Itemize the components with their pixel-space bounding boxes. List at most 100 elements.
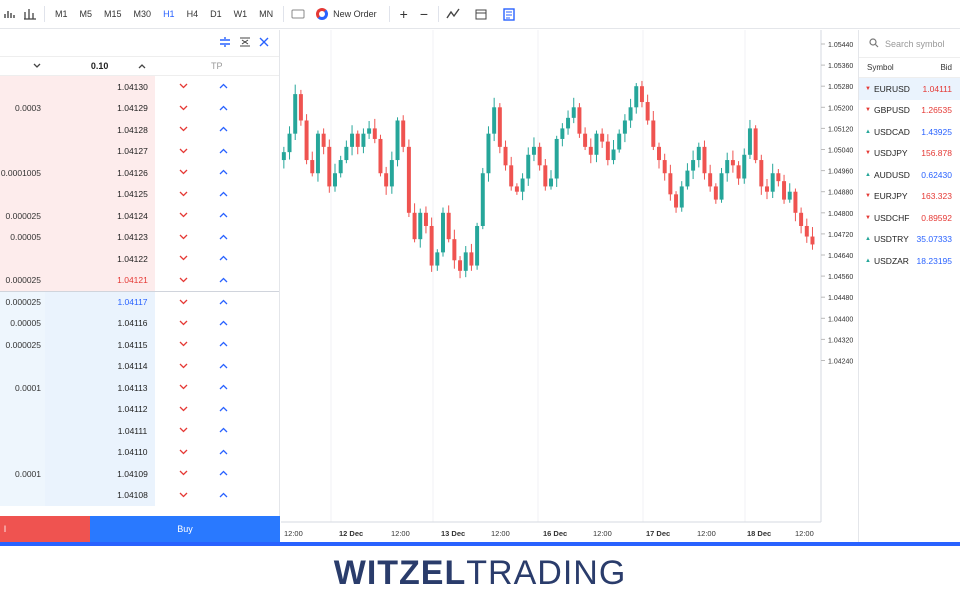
search-input[interactable]: Search symbol — [859, 30, 960, 58]
watchlist-row[interactable]: ▲ USDCAD 1.43925 — [859, 121, 960, 143]
sell-button[interactable]: l — [0, 516, 90, 542]
sell-limit-button[interactable] — [163, 146, 203, 157]
dom-row[interactable]: 0.0001005 1.04126 — [0, 162, 279, 184]
buy-limit-button[interactable] — [203, 318, 243, 329]
watchlist-row[interactable]: ▼ EURJPY 163.323 — [859, 186, 960, 208]
buy-limit-button[interactable] — [203, 253, 243, 264]
sell-limit-button[interactable] — [163, 253, 203, 264]
buy-limit-button[interactable] — [203, 382, 243, 393]
buy-limit-button[interactable] — [203, 189, 243, 200]
dom-row[interactable]: 1.04111 — [0, 420, 279, 442]
watchlist-row[interactable]: ▲ USDZAR 18.23195 — [859, 250, 960, 272]
watchlist-row[interactable]: ▼ USDCHF 0.89592 — [859, 207, 960, 229]
chevron-down-icon[interactable] — [0, 61, 45, 71]
watchlist-row[interactable]: ▲ AUDUSD 0.62430 — [859, 164, 960, 186]
chevron-up-icon[interactable] — [138, 61, 146, 71]
dom-row[interactable]: 0.00005 1.04116 — [0, 312, 279, 334]
dom-row[interactable]: 1.04125 — [0, 183, 279, 205]
new-order-button[interactable]: New Order — [308, 4, 385, 24]
sell-limit-button[interactable] — [163, 297, 203, 308]
center-icon[interactable] — [219, 36, 231, 51]
buy-limit-button[interactable] — [203, 167, 243, 178]
collapse-icon[interactable] — [239, 36, 251, 51]
watchlist-row[interactable]: ▲ USDTRY 35.07333 — [859, 229, 960, 251]
buy-limit-button[interactable] — [203, 275, 243, 286]
keyboard-icon[interactable] — [288, 4, 308, 24]
sell-limit-button[interactable] — [163, 189, 203, 200]
buy-limit-button[interactable] — [203, 361, 243, 372]
dom-row[interactable]: 0.0001 1.04113 — [0, 377, 279, 399]
dom-row[interactable]: 0.000025 1.04115 — [0, 334, 279, 356]
timeframe-h1[interactable]: H1 — [157, 4, 181, 24]
sell-limit-button[interactable] — [163, 210, 203, 221]
calendar-icon[interactable] — [471, 4, 491, 24]
timeframe-m5[interactable]: M5 — [74, 4, 99, 24]
sell-limit-button[interactable] — [163, 468, 203, 479]
buy-button[interactable]: Buy — [90, 516, 280, 542]
price-chart[interactable]: 1.05440 1.05360 1.05280 1.05200 1.05120 1.050… — [281, 30, 858, 542]
timeframe-d1[interactable]: D1 — [204, 4, 228, 24]
buy-limit-button[interactable] — [203, 425, 243, 436]
timeframe-w1[interactable]: W1 — [228, 4, 254, 24]
buy-limit-button[interactable] — [203, 447, 243, 458]
timeframe-m1[interactable]: M1 — [49, 4, 74, 24]
bar-chart-icon[interactable] — [0, 4, 20, 24]
indicators-icon[interactable] — [443, 4, 463, 24]
dom-row[interactable]: 0.0003 1.04129 — [0, 97, 279, 119]
sell-limit-button[interactable] — [163, 447, 203, 458]
watchlist-symbol: EURJPY — [874, 191, 908, 202]
candles-chart-icon[interactable] — [20, 4, 40, 24]
timeframe-m15[interactable]: M15 — [98, 4, 128, 24]
sell-limit-button[interactable] — [163, 167, 203, 178]
dom-row[interactable]: 0.000025 1.04117 — [0, 291, 279, 313]
buy-limit-button[interactable] — [203, 297, 243, 308]
dom-row[interactable]: 0.00005 1.04123 — [0, 226, 279, 248]
watchlist-row[interactable]: ▼ GBPUSD 1.26535 — [859, 100, 960, 122]
dom-row[interactable]: 1.04112 — [0, 398, 279, 420]
sell-limit-button[interactable] — [163, 275, 203, 286]
buy-limit-button[interactable] — [203, 404, 243, 415]
watchlist-row[interactable]: ▼ EURUSD 1.04111 — [859, 78, 960, 100]
dom-row[interactable]: 1.04130 — [0, 76, 279, 98]
sell-limit-button[interactable] — [163, 232, 203, 243]
buy-limit-button[interactable] — [203, 146, 243, 157]
dom-row[interactable]: 1.04122 — [0, 248, 279, 270]
buy-limit-button[interactable] — [203, 103, 243, 114]
dom-row[interactable]: 1.04110 — [0, 441, 279, 463]
watchlist-row[interactable]: ▼ USDJPY 156.878 — [859, 143, 960, 165]
dom-row[interactable]: 1.04114 — [0, 355, 279, 377]
sell-limit-button[interactable] — [163, 361, 203, 372]
sell-limit-button[interactable] — [163, 490, 203, 501]
buy-limit-button[interactable] — [203, 81, 243, 92]
dom-row[interactable]: 0.000025 1.04124 — [0, 205, 279, 227]
sell-limit-button[interactable] — [163, 404, 203, 415]
buy-limit-button[interactable] — [203, 339, 243, 350]
order-book-icon[interactable] — [499, 4, 519, 24]
zoom-out-button[interactable]: − — [414, 4, 434, 24]
sell-limit-button[interactable] — [163, 382, 203, 393]
sell-limit-button[interactable] — [163, 318, 203, 329]
buy-limit-button[interactable] — [203, 232, 243, 243]
sell-limit-button[interactable] — [163, 425, 203, 436]
dom-row[interactable]: 0.0001 1.04109 — [0, 463, 279, 485]
zoom-in-button[interactable]: + — [394, 4, 414, 24]
timeframe-m30[interactable]: M30 — [128, 4, 158, 24]
close-icon[interactable] — [259, 37, 269, 50]
sell-limit-button[interactable] — [163, 81, 203, 92]
buy-limit-button[interactable] — [203, 124, 243, 135]
dom-row[interactable]: 1.04128 — [0, 119, 279, 141]
candle-body — [350, 133, 355, 147]
dom-row[interactable]: 1.04127 — [0, 140, 279, 162]
sell-limit-button[interactable] — [163, 339, 203, 350]
dom-row[interactable]: 0.000025 1.04121 — [0, 269, 279, 291]
timeframe-mn[interactable]: MN — [253, 4, 279, 24]
buy-limit-button[interactable] — [203, 468, 243, 479]
candlestick-chart[interactable]: 1.05440 1.05360 1.05280 1.05200 1.05120 1.050… — [281, 30, 858, 542]
buy-limit-button[interactable] — [203, 490, 243, 501]
sell-limit-button[interactable] — [163, 103, 203, 114]
sell-limit-button[interactable] — [163, 124, 203, 135]
dom-row[interactable]: 1.04108 — [0, 484, 279, 506]
volume-input[interactable]: 0.10 — [45, 61, 155, 71]
timeframe-h4[interactable]: H4 — [181, 4, 205, 24]
buy-limit-button[interactable] — [203, 210, 243, 221]
